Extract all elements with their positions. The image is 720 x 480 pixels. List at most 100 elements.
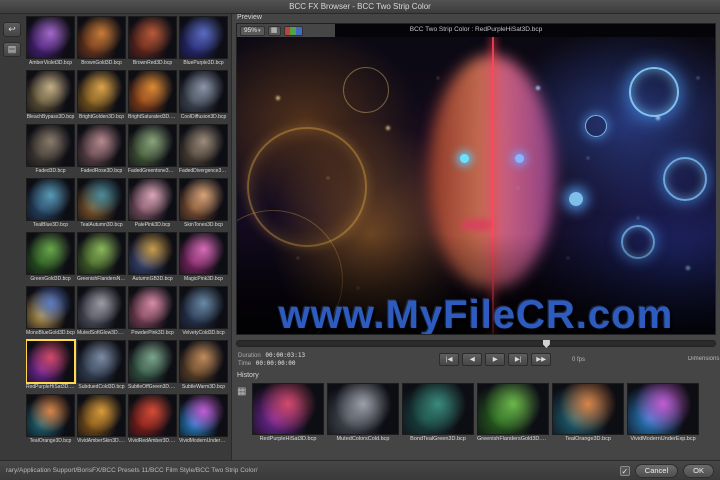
preset-thumbnail[interactable] [77,16,126,59]
history-label: TealOrange3D.bcp [565,436,611,442]
preset-item[interactable]: BrownRed3D.bcp [128,16,177,68]
preset-thumbnail[interactable] [179,70,228,113]
preset-item[interactable]: PalePink3D.bcp [128,178,177,230]
back-button[interactable]: ↩ [3,22,21,37]
history-thumbnail[interactable] [327,383,399,435]
preset-item[interactable]: GreenishFlandersNew3D.bcp [77,232,126,284]
grid-view-icon[interactable]: ▦ [237,387,246,397]
step-back-button[interactable]: ◀ [462,353,483,366]
preset-item[interactable]: TealBlue3D.bcp [26,178,75,230]
preset-thumbnail[interactable] [77,232,126,275]
zoom-control[interactable]: 95% ▾ [240,25,265,36]
preset-thumbnail[interactable] [26,124,75,167]
preset-item[interactable]: SubtleWarm3D.bcp [179,340,228,392]
zoom-value: 95% [244,26,258,34]
history-item[interactable]: GreenishFlandersGold3D.bcp [477,383,549,443]
preset-label: Faded3D.bcp [35,168,66,174]
preset-item[interactable]: AmberViolet3D.bcp [26,16,75,68]
cancel-button[interactable]: Cancel [634,463,679,478]
preset-item[interactable]: BrightGolden3D.bcp [77,70,126,122]
history-item[interactable]: TealOrange3D.bcp [552,383,624,443]
preset-item[interactable]: BleachBypass3D.bcp [26,70,75,122]
preset-item[interactable]: GreenGold3D.bcp [26,232,75,284]
preset-item[interactable]: FadedDivergence3D.bcp [179,124,228,176]
preset-thumbnail[interactable] [179,16,228,59]
preset-thumbnail[interactable] [179,286,228,329]
preset-item[interactable]: BrownGold3D.bcp [77,16,126,68]
history-section: ▦ RedPurpleHiSat3D.bcp MutedColorsCold.b… [236,383,718,447]
preset-thumbnail[interactable] [179,232,228,275]
preset-thumbnail[interactable] [26,286,75,329]
preset-thumbnail[interactable] [128,394,177,437]
preset-item[interactable]: SubtleOffGreen3D.bcp [128,340,177,392]
preset-thumbnail[interactable] [77,340,126,383]
preset-item[interactable]: Faded3D.bcp [26,124,75,176]
preset-thumbnail[interactable] [26,70,75,113]
preset-item[interactable]: SubduedCold3D.bcp [77,340,126,392]
history-thumbnail[interactable] [627,383,699,435]
preset-thumbnail[interactable] [128,70,177,113]
preset-thumbnail[interactable] [128,16,177,59]
preset-thumbnail[interactable] [26,178,75,221]
go-to-end-button[interactable]: ▶▶ [531,353,552,366]
preset-label: VividModernUnderExp.bcp [179,438,228,444]
ok-button[interactable]: OK [683,463,714,478]
preset-item[interactable]: BrightSaturated3D.bcp [128,70,177,122]
preset-thumbnail[interactable] [179,340,228,383]
apply-checkbox[interactable]: ✓ [619,465,630,476]
preset-thumbnail[interactable] [179,394,228,437]
history-thumbnail[interactable] [402,383,474,435]
history-item[interactable]: BondTealGreen3D.bcp [402,383,474,443]
rgb-channels-button[interactable] [283,25,303,36]
go-to-start-button[interactable]: |◀ [439,353,460,366]
preset-item[interactable]: TealOrange3D.bcp [26,394,75,446]
preset-item[interactable]: TealAutumn3D.bcp [77,178,126,230]
preset-item[interactable]: VividModernUnderExp.bcp [179,394,228,446]
preset-thumbnail[interactable] [128,232,177,275]
preset-item[interactable]: MutedSoftGlow3D.bcp [77,286,126,338]
preset-item[interactable]: FadedGreentone3D.bcp [128,124,177,176]
preset-thumbnail[interactable] [128,286,177,329]
preset-item[interactable]: VelvetyCold3D.bcp [179,286,228,338]
folder-view-button[interactable]: ▤ [3,42,21,57]
watermark-text: www.MyFileCR.com [278,293,674,335]
preset-thumbnail[interactable] [128,124,177,167]
preset-thumbnail[interactable] [77,394,126,437]
history-thumbnail[interactable] [552,383,624,435]
preset-thumbnail[interactable] [26,340,75,383]
preset-thumbnail[interactable] [26,394,75,437]
preset-thumbnail[interactable] [26,16,75,59]
preset-thumbnail[interactable] [26,232,75,275]
step-forward-button[interactable]: ▶| [508,353,529,366]
preset-item[interactable]: MonoBlueGold3D.bcp [26,286,75,338]
checker-toggle-button[interactable]: ▦ [267,25,281,36]
preset-item[interactable]: RedPurpleHiSat3D.bcp [26,340,75,392]
history-item[interactable]: RedPurpleHiSat3D.bcp [252,383,324,443]
timeline-scrubber[interactable] [236,340,716,348]
preset-thumbnail[interactable] [179,178,228,221]
history-thumbnail[interactable] [477,383,549,435]
history-item[interactable]: MutedColorsCold.bcp [327,383,399,443]
preset-item[interactable]: MagicPink3D.bcp [179,232,228,284]
preset-label: BrightSaturated3D.bcp [128,114,177,120]
preset-thumbnail[interactable] [77,286,126,329]
preset-item[interactable]: BluePurple3D.bcp [179,16,228,68]
preset-item[interactable]: SkinTones3D.bcp [179,178,228,230]
preset-item[interactable]: CoolDiffusion3D.bcp [179,70,228,122]
play-button[interactable]: ▶ [485,353,506,366]
playhead-marker[interactable] [542,340,550,348]
history-thumbnail[interactable] [252,383,324,435]
preset-thumbnail[interactable] [77,178,126,221]
preset-item[interactable]: PowderPink3D.bcp [128,286,177,338]
preset-item[interactable]: VividAmberSkin3D.bcp [77,394,126,446]
preset-item[interactable]: AutumnGB3D.bcp [128,232,177,284]
preset-thumbnail[interactable] [128,178,177,221]
preset-thumbnail[interactable] [128,340,177,383]
preset-thumbnail[interactable] [77,70,126,113]
preset-item[interactable]: FadedRose3D.bcp [77,124,126,176]
preset-thumbnail[interactable] [179,124,228,167]
preset-thumbnail[interactable] [77,124,126,167]
preset-item[interactable]: VividRedAmber3D.bcp [128,394,177,446]
history-item[interactable]: VividModernUnderExp.bcp [627,383,699,443]
preset-label: TealBlue3D.bcp [32,222,69,228]
